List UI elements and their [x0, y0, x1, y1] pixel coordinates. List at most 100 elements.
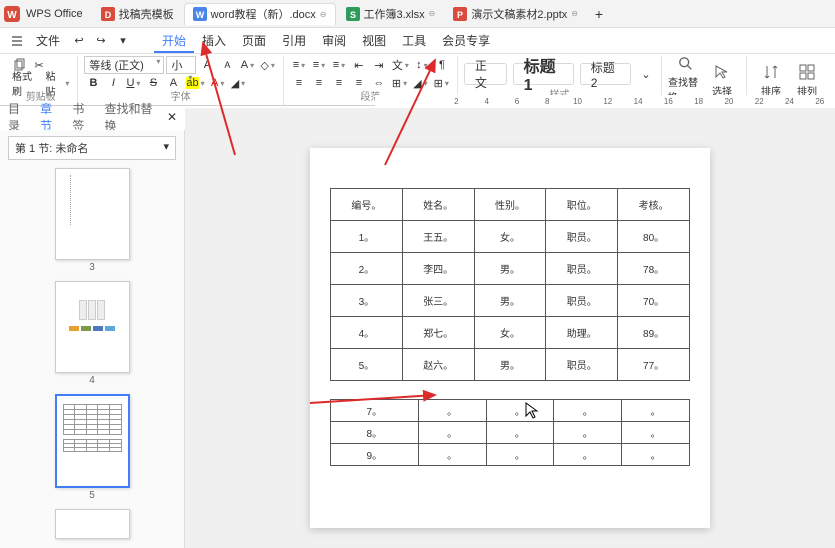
table-cell[interactable]: 男。 [474, 253, 546, 285]
table-cell[interactable]: 。 [622, 400, 690, 422]
table-cell[interactable]: 70。 [618, 285, 690, 317]
thumbnail-4[interactable] [55, 281, 130, 373]
borders-button[interactable]: ⊞ [432, 74, 451, 92]
editor-area[interactable]: 编号。姓名。性别。职位。考核。1。王五。女。职员。80。2。李四。男。职员。78… [185, 108, 835, 548]
paste-button[interactable]: 粘贴 [44, 74, 72, 92]
table-cell[interactable]: 赵六。 [402, 349, 474, 381]
table-cell[interactable]: 。 [554, 422, 622, 444]
table-cell[interactable]: 2。 [331, 253, 403, 285]
table-cell[interactable]: 8。 [331, 422, 419, 444]
sidebar-tab-1[interactable]: 章节 [40, 100, 60, 134]
menu-页面[interactable]: 页面 [234, 29, 274, 53]
file-tab-3[interactable]: P演示文稿素材2.pptx⊖ [445, 3, 586, 25]
font-family-select[interactable]: 等线 (正文) [84, 56, 164, 74]
table-cell[interactable]: 李四。 [402, 253, 474, 285]
para-shading-button[interactable]: ◢ [411, 74, 429, 92]
line-spacing-button[interactable]: ↕ [413, 56, 431, 74]
file-tab-2[interactable]: S工作簿3.xlsx⊖ [338, 3, 444, 25]
table-cell[interactable]: 89。 [618, 317, 690, 349]
bold-button[interactable]: B [84, 74, 102, 92]
menu-审阅[interactable]: 审阅 [314, 29, 354, 53]
clear-format-button[interactable]: ◇ [258, 56, 276, 74]
distribute-button[interactable]: ⇔ [370, 74, 388, 92]
add-tab-button[interactable]: + [588, 3, 610, 25]
table-cell[interactable]: 1。 [331, 221, 403, 253]
styles-expand-button[interactable]: ⌄ [637, 65, 655, 83]
table-cell[interactable]: 77。 [618, 349, 690, 381]
table-cell[interactable]: 。 [418, 422, 486, 444]
show-marks-button[interactable]: ¶ [433, 56, 451, 74]
table-cell[interactable]: 王五。 [402, 221, 474, 253]
table-cell[interactable]: 80。 [618, 221, 690, 253]
multilevel-button[interactable]: ≡ [330, 56, 348, 74]
decrease-indent-button[interactable]: ⇤ [350, 56, 368, 74]
menu-hamburger-icon[interactable] [8, 32, 26, 50]
style-heading2[interactable]: 标题 2 [580, 63, 631, 85]
menu-file[interactable]: 文件 [28, 29, 68, 53]
numbering-button[interactable]: ≡ [310, 56, 328, 74]
sidebar-tab-3[interactable]: 查找和替换 [105, 100, 155, 134]
table-cell[interactable]: 职员。 [546, 285, 618, 317]
strike-button[interactable]: S [144, 74, 162, 92]
table-cell[interactable]: 。 [622, 444, 690, 466]
table-cell[interactable]: 。 [486, 422, 554, 444]
menu-视图[interactable]: 视图 [354, 29, 394, 53]
italic-button[interactable]: I [104, 74, 122, 92]
text-direction-button[interactable]: 文 [390, 56, 411, 74]
table-cell[interactable]: 职员。 [546, 349, 618, 381]
menu-会员专享[interactable]: 会员专享 [434, 29, 498, 53]
table-cell[interactable]: 。 [486, 400, 554, 422]
table-cell[interactable]: 男。 [474, 285, 546, 317]
section-select[interactable]: 第 1 节: 未命名▾ [8, 136, 176, 160]
thumbnail-next[interactable] [55, 509, 130, 539]
shading-button[interactable]: ◢ [229, 74, 247, 92]
align-center-button[interactable]: ≡ [310, 74, 328, 92]
align-left-button[interactable]: ≡ [290, 74, 308, 92]
table-header[interactable]: 性别。 [474, 189, 546, 221]
increase-font-button[interactable]: A [198, 56, 216, 74]
style-heading1[interactable]: 标题 1 [513, 63, 574, 85]
thumbnail-3[interactable] [55, 168, 130, 260]
table-cell[interactable]: 3。 [331, 285, 403, 317]
table-cell[interactable]: 4。 [331, 317, 403, 349]
align-justify-button[interactable]: ≡ [350, 74, 368, 92]
table-cell[interactable]: 女。 [474, 221, 546, 253]
menu-工具[interactable]: 工具 [394, 29, 434, 53]
document-table-main[interactable]: 编号。姓名。性别。职位。考核。1。王五。女。职员。80。2。李四。男。职员。78… [330, 188, 690, 381]
table-header[interactable]: 姓名。 [402, 189, 474, 221]
table-cell[interactable]: 男。 [474, 349, 546, 381]
file-tab-0[interactable]: D找稿壳模板 [93, 3, 182, 25]
table-cell[interactable]: 。 [418, 444, 486, 466]
document-table-extra[interactable]: 7。。。。。8。。。。。9。。。。。 [330, 399, 690, 466]
file-tab-1[interactable]: Wword教程（新）.docx⊖ [184, 3, 336, 25]
table-cell[interactable]: 7。 [331, 400, 419, 422]
font-color-button[interactable]: A [209, 74, 227, 92]
table-cell[interactable]: 78。 [618, 253, 690, 285]
table-cell[interactable]: 。 [418, 400, 486, 422]
table-cell[interactable]: 助理。 [546, 317, 618, 349]
table-cell[interactable]: 女。 [474, 317, 546, 349]
menu-开始[interactable]: 开始 [154, 29, 194, 53]
table-cell[interactable]: 职员。 [546, 253, 618, 285]
menu-dropdown-icon[interactable]: ▾ [114, 32, 132, 50]
table-cell[interactable]: 9。 [331, 444, 419, 466]
table-cell[interactable]: 。 [554, 400, 622, 422]
menu-back-icon[interactable]: ↩ [70, 32, 88, 50]
table-cell[interactable]: 。 [554, 444, 622, 466]
increase-indent-button[interactable]: ⇥ [370, 56, 388, 74]
sidebar-tab-2[interactable]: 书签 [72, 100, 92, 134]
table-cell[interactable]: 郑七。 [402, 317, 474, 349]
font-size-select[interactable]: 小 [166, 56, 196, 74]
table-cell[interactable]: 。 [622, 422, 690, 444]
menu-引用[interactable]: 引用 [274, 29, 314, 53]
sidebar-close-icon[interactable]: ✕ [167, 110, 177, 124]
bullets-button[interactable]: ≡ [290, 56, 308, 74]
table-header[interactable]: 考核。 [618, 189, 690, 221]
table-cell[interactable]: 张三。 [402, 285, 474, 317]
text-effects-button[interactable]: A [164, 74, 182, 92]
thumbnail-5[interactable] [55, 394, 130, 488]
tabs-button[interactable]: ⊞ [390, 74, 409, 92]
format-painter-button[interactable]: 格式刷 [10, 74, 42, 92]
table-header[interactable]: 编号。 [331, 189, 403, 221]
table-cell[interactable]: 5。 [331, 349, 403, 381]
